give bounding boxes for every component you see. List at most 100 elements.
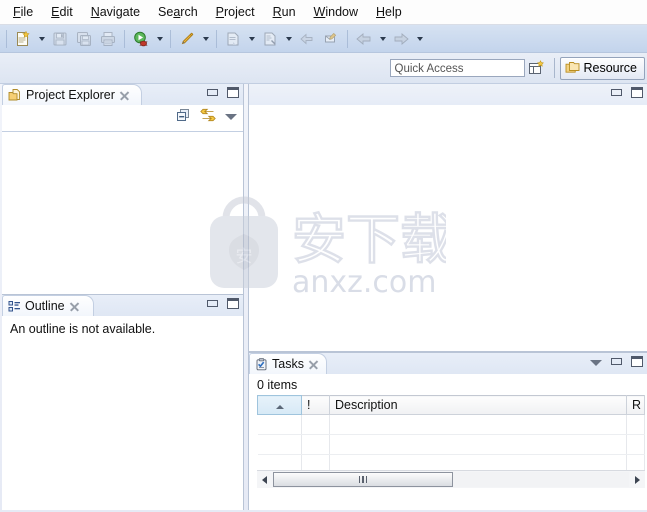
outline-tabbar-buttons bbox=[207, 298, 239, 309]
editor-empty-area[interactable] bbox=[249, 105, 647, 351]
scroll-right-button[interactable] bbox=[630, 472, 645, 487]
new-class-button[interactable] bbox=[221, 27, 245, 51]
print-icon bbox=[100, 31, 116, 47]
tasks-title: Tasks bbox=[272, 357, 304, 371]
sort-ascending-icon bbox=[275, 405, 284, 409]
chevron-down-icon bbox=[202, 36, 209, 41]
project-explorer-maximize-button[interactable] bbox=[227, 87, 239, 98]
tab-outline[interactable]: Outline bbox=[2, 295, 94, 316]
back-dropdown[interactable] bbox=[376, 28, 389, 50]
menu-window[interactable]: Window bbox=[305, 2, 367, 22]
tasks-horizontal-scrollbar[interactable] bbox=[257, 470, 645, 488]
cell-priority bbox=[301, 434, 330, 455]
cell-sort bbox=[257, 414, 302, 435]
save-button[interactable] bbox=[48, 27, 72, 51]
project-explorer-view-menu-icon[interactable] bbox=[225, 113, 237, 120]
editor-maximize-button[interactable] bbox=[631, 87, 643, 98]
outline-icon bbox=[8, 300, 21, 313]
cell-resource bbox=[626, 434, 645, 455]
save-all-button[interactable] bbox=[72, 27, 96, 51]
grip-line bbox=[365, 476, 368, 483]
outline-maximize-button[interactable] bbox=[227, 298, 239, 309]
menu-edit-label: Edit bbox=[51, 5, 73, 19]
tasks-body: 0 items ! Description R bbox=[249, 374, 647, 510]
scroll-left-button[interactable] bbox=[257, 472, 272, 487]
quick-access-input[interactable]: Quick Access bbox=[389, 59, 525, 77]
new-wizard-dropdown[interactable] bbox=[35, 28, 48, 50]
tasks-column-sort[interactable] bbox=[257, 395, 302, 415]
editor-minimize-button[interactable] bbox=[611, 89, 622, 96]
editor-area bbox=[248, 84, 647, 352]
menu-run[interactable]: Run bbox=[264, 2, 305, 22]
cell-description bbox=[329, 414, 627, 435]
table-row[interactable] bbox=[257, 414, 645, 435]
menu-search[interactable]: Search bbox=[149, 2, 207, 22]
tasks-column-description[interactable]: Description bbox=[329, 395, 627, 415]
outline-tabbar: Outline bbox=[2, 295, 243, 316]
menu-help-label: Help bbox=[376, 5, 402, 19]
toolbar-separator bbox=[6, 29, 7, 48]
project-explorer-icon bbox=[8, 88, 22, 102]
run-button[interactable] bbox=[129, 27, 153, 51]
tasks-maximize-button[interactable] bbox=[631, 356, 643, 367]
back-button[interactable] bbox=[352, 27, 376, 51]
external-tools-dropdown[interactable] bbox=[199, 28, 212, 50]
tasks-item-count: 0 items bbox=[249, 374, 647, 395]
editor-tabbar bbox=[249, 84, 647, 105]
grip-line bbox=[358, 476, 361, 483]
menu-project[interactable]: Project bbox=[207, 2, 264, 22]
forward-dropdown[interactable] bbox=[413, 28, 426, 50]
outline-minimize-button[interactable] bbox=[207, 300, 218, 307]
tasks-icon bbox=[255, 357, 268, 371]
forward-button[interactable] bbox=[389, 27, 413, 51]
menu-help[interactable]: Help bbox=[367, 2, 411, 22]
link-with-editor-icon[interactable] bbox=[200, 108, 216, 123]
print-button[interactable] bbox=[96, 27, 120, 51]
tab-project-explorer[interactable]: Project Explorer bbox=[2, 84, 142, 105]
outline-message: An outline is not available. bbox=[10, 322, 156, 336]
project-explorer-close-icon[interactable] bbox=[119, 90, 130, 101]
external-tools-button[interactable] bbox=[175, 27, 199, 51]
tab-tasks[interactable]: Tasks bbox=[249, 353, 327, 374]
new-wizard-button[interactable] bbox=[11, 27, 35, 51]
perspective-resource-button[interactable]: Resource bbox=[559, 56, 645, 80]
open-perspective-button[interactable] bbox=[525, 57, 549, 79]
project-explorer-toolbar bbox=[2, 105, 243, 131]
outline-title: Outline bbox=[25, 299, 65, 313]
tasks-column-priority[interactable]: ! bbox=[301, 395, 330, 415]
menu-file[interactable]: File bbox=[4, 2, 42, 22]
outline-body[interactable]: An outline is not available. bbox=[2, 316, 243, 510]
project-explorer-view: Project Explorer bbox=[2, 84, 244, 296]
tasks-close-icon[interactable] bbox=[308, 359, 319, 370]
project-explorer-tree[interactable] bbox=[2, 131, 243, 295]
collapse-all-icon[interactable] bbox=[176, 108, 191, 123]
menu-navigate-label: Navigate bbox=[90, 5, 141, 19]
search-dropdown[interactable] bbox=[282, 28, 295, 50]
menu-edit[interactable]: Edit bbox=[42, 2, 82, 22]
chevron-down-icon bbox=[248, 36, 255, 41]
chevron-down-icon bbox=[285, 36, 292, 41]
next-annotation-button[interactable] bbox=[319, 27, 343, 51]
search-button[interactable] bbox=[258, 27, 282, 51]
previous-annotation-button[interactable] bbox=[295, 27, 319, 51]
perspective-resource-label: Resource bbox=[583, 61, 638, 75]
scrollbar-thumb[interactable] bbox=[273, 472, 453, 487]
tasks-minimize-button[interactable] bbox=[611, 358, 622, 365]
chevron-down-icon bbox=[38, 36, 45, 41]
project-explorer-minimize-button[interactable] bbox=[207, 89, 218, 96]
next-annotation-icon bbox=[323, 31, 339, 47]
tasks-column-resource[interactable]: R bbox=[626, 395, 645, 415]
toolbar-separator bbox=[216, 29, 217, 48]
outline-close-icon[interactable] bbox=[69, 301, 80, 312]
table-row[interactable] bbox=[257, 434, 645, 455]
run-dropdown[interactable] bbox=[153, 28, 166, 50]
tasks-view-menu-icon[interactable] bbox=[590, 359, 602, 366]
scrollbar-track[interactable] bbox=[273, 472, 629, 487]
new-class-dropdown[interactable] bbox=[245, 28, 258, 50]
tasks-view: Tasks 0 items ! Description R bbox=[248, 352, 647, 510]
menu-search-label: Search bbox=[158, 5, 198, 19]
tasks-table[interactable]: ! Description R bbox=[257, 395, 645, 475]
editor-tabbar-buttons bbox=[611, 87, 643, 98]
toolbar-separator bbox=[124, 29, 125, 48]
menu-navigate[interactable]: Navigate bbox=[82, 2, 149, 22]
